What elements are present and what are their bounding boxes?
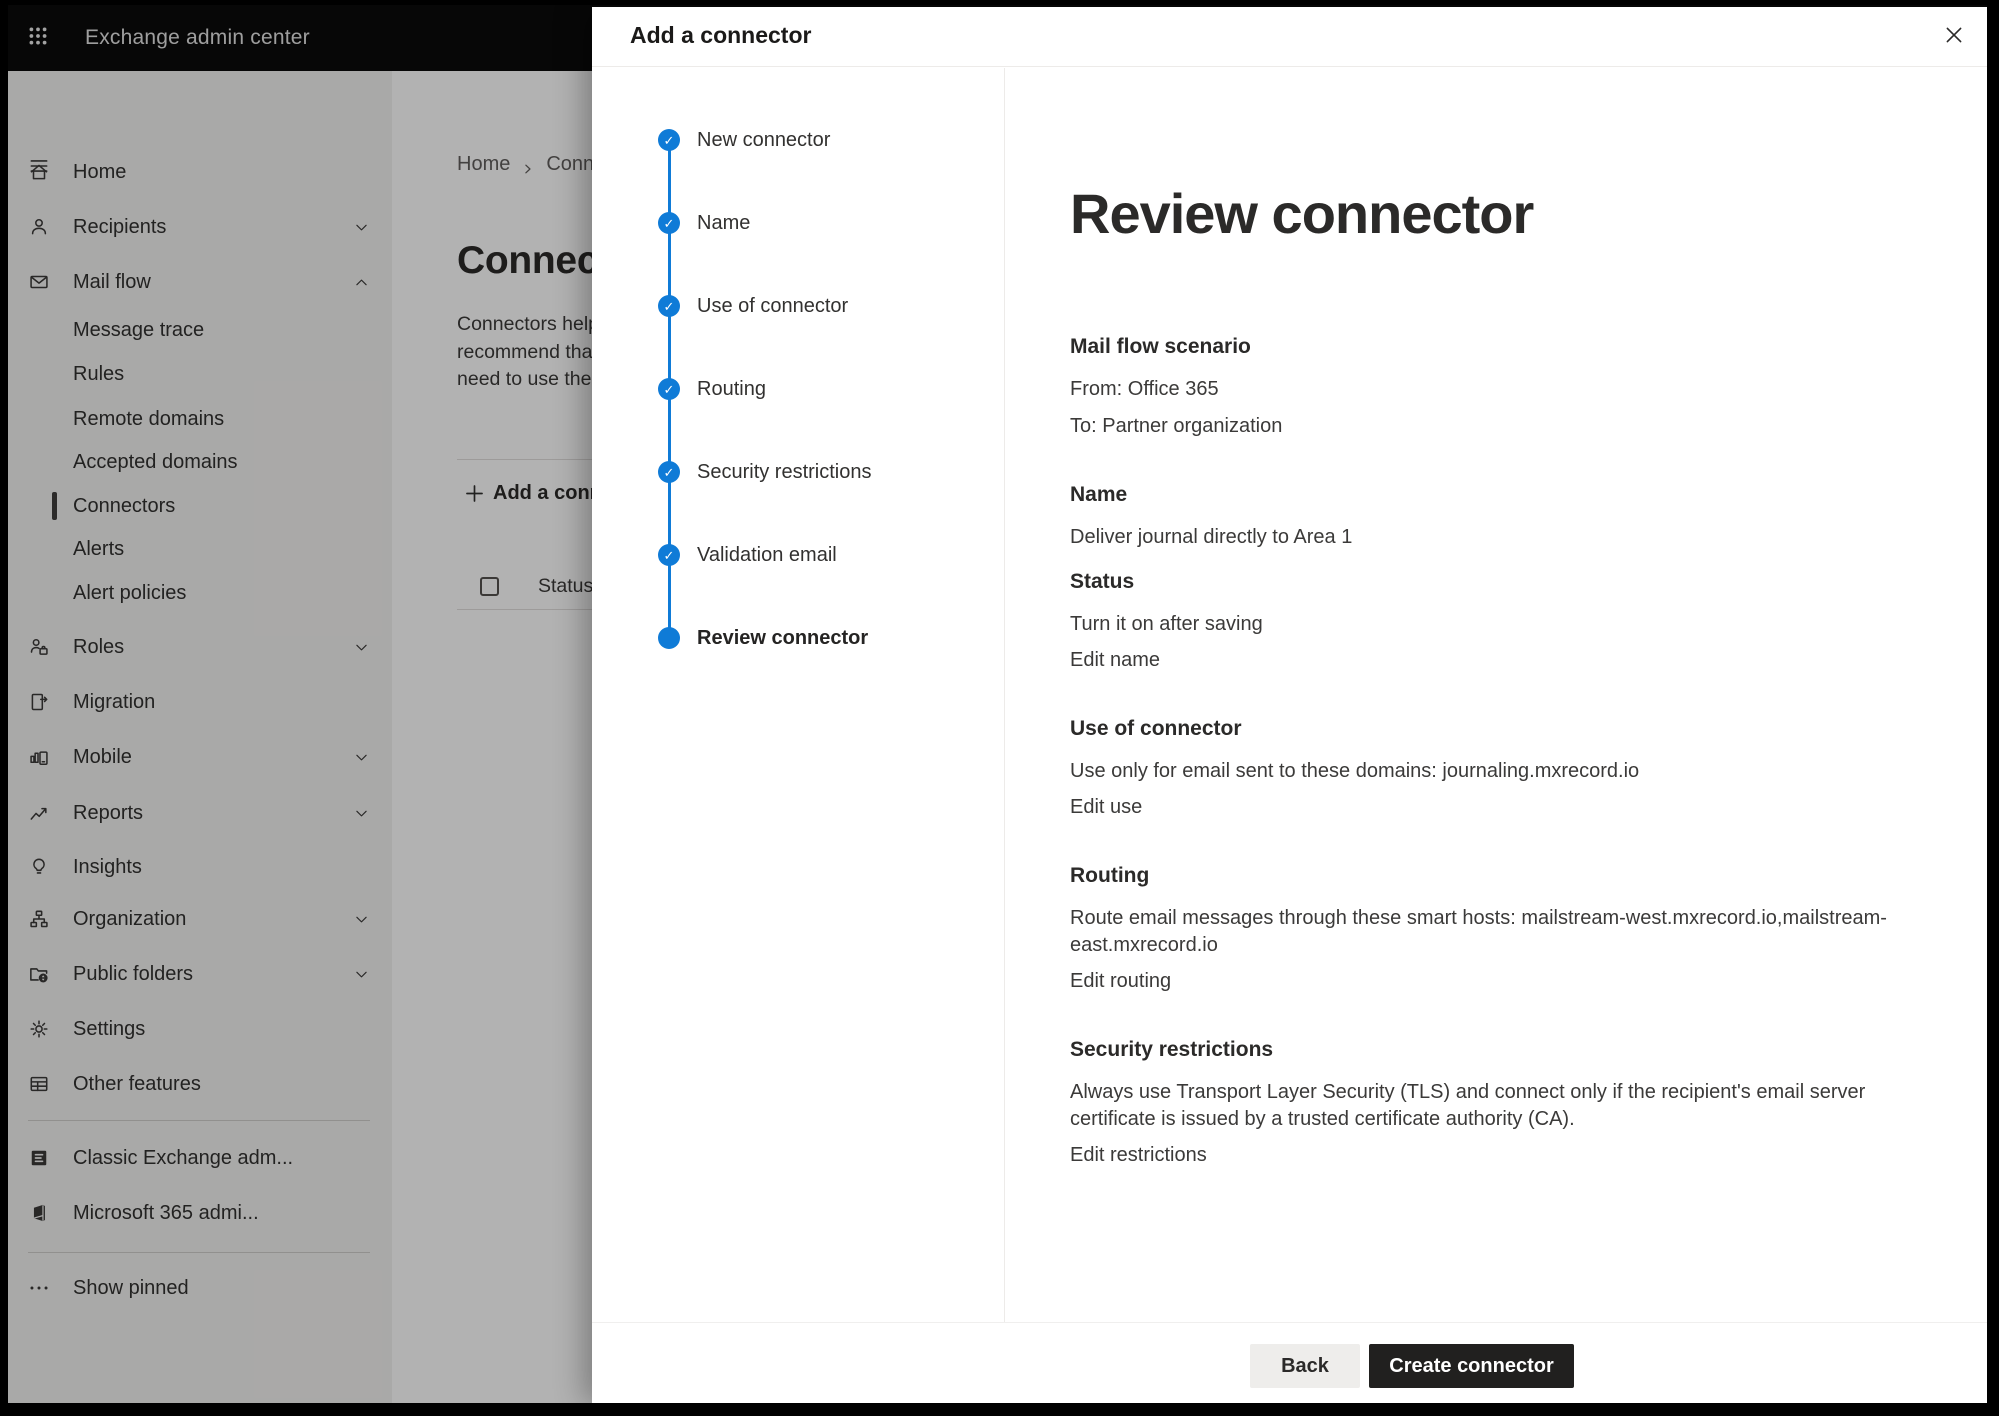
review-text: From: Office 365 — [1070, 376, 1915, 403]
review-text: Use only for email sent to these domains… — [1070, 758, 1915, 785]
edit-link-edit-routing[interactable]: Edit routing — [1070, 968, 1915, 995]
edit-link-edit-restrictions[interactable]: Edit restrictions — [1070, 1142, 1915, 1169]
step-security-restrictions[interactable]: ✓ Security restrictions — [592, 459, 1004, 485]
review-heading: Security restrictions — [1070, 1036, 1915, 1064]
step-current-icon — [658, 627, 680, 649]
step-label: Review connector — [697, 626, 868, 650]
review-text: Deliver journal directly to Area 1 — [1070, 524, 1915, 551]
step-new-connector[interactable]: ✓ New connector — [592, 127, 1004, 153]
review-content: Review connector Mail flow scenario From:… — [1070, 182, 1915, 1169]
step-routing[interactable]: ✓ Routing — [592, 376, 1004, 402]
review-heading: Routing — [1070, 862, 1915, 890]
review-text: To: Partner organization — [1070, 413, 1915, 440]
step-completed-check-icon: ✓ — [658, 544, 680, 566]
step-label: New connector — [697, 128, 830, 152]
review-subheading: Status — [1070, 568, 1915, 596]
step-name[interactable]: ✓ Name — [592, 210, 1004, 236]
step-completed-check-icon: ✓ — [658, 212, 680, 234]
create-connector-button[interactable]: Create connector — [1369, 1344, 1574, 1388]
review-text: Route email messages through these smart… — [1070, 905, 1915, 959]
wizard-stepper: ✓ New connector ✓ Name ✓ Use of connector ✓ Rou… — [592, 68, 1004, 1322]
divider — [1004, 68, 1005, 1322]
close-icon — [1943, 24, 1965, 51]
review-text: Always use Transport Layer Security (TLS… — [1070, 1079, 1915, 1133]
step-validation-email[interactable]: ✓ Validation email — [592, 542, 1004, 568]
review-heading: Mail flow scenario — [1070, 333, 1915, 361]
panel-header: Add a connector — [592, 7, 1987, 67]
step-label: Security restrictions — [697, 460, 872, 484]
step-review-connector[interactable]: Review connector — [592, 625, 1004, 651]
edit-link-edit-name[interactable]: Edit name — [1070, 647, 1915, 674]
review-text: Turn it on after saving — [1070, 611, 1915, 638]
panel-footer: Back Create connector — [592, 1322, 1987, 1403]
step-label: Name — [697, 211, 750, 235]
app-window: Exchange admin center HomeRecipientsMail… — [8, 5, 1987, 1403]
add-connector-panel: Add a connector ✓ New connector ✓ Name ✓ Use … — [592, 7, 1987, 1403]
step-label: Routing — [697, 377, 766, 401]
review-heading: Name — [1070, 481, 1915, 509]
step-completed-check-icon: ✓ — [658, 461, 680, 483]
step-completed-check-icon: ✓ — [658, 378, 680, 400]
review-heading: Review connector — [1070, 182, 1915, 246]
step-completed-check-icon: ✓ — [658, 295, 680, 317]
panel-title: Add a connector — [630, 22, 811, 49]
step-completed-check-icon: ✓ — [658, 129, 680, 151]
step-label: Validation email — [697, 543, 837, 567]
review-heading: Use of connector — [1070, 715, 1915, 743]
step-use-of-connector[interactable]: ✓ Use of connector — [592, 293, 1004, 319]
step-label: Use of connector — [697, 294, 848, 318]
edit-link-edit-use[interactable]: Edit use — [1070, 794, 1915, 821]
close-button[interactable] — [1937, 20, 1971, 54]
back-button[interactable]: Back — [1250, 1344, 1360, 1388]
